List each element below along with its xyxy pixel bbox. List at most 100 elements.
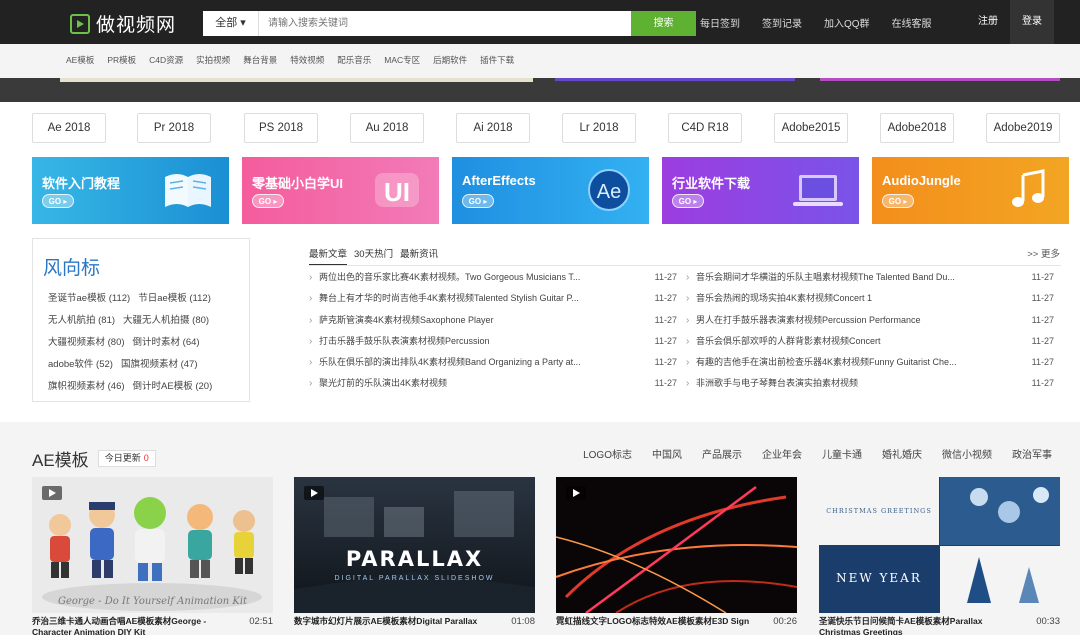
- news-item[interactable]: 打击乐器手鼓乐队表演素材视频Percussion 11-27: [309, 335, 677, 356]
- news-item[interactable]: 萨克斯管演奏4K素材视频Saxophone Player 11-27: [309, 314, 677, 335]
- promo-software-download[interactable]: 行业软件下载 GO ▸: [662, 157, 859, 224]
- login-button[interactable]: 登录: [1010, 0, 1054, 44]
- subnav-vfx[interactable]: 特效视频: [290, 54, 324, 66]
- trending-tag[interactable]: adobe软件 (52): [48, 357, 113, 379]
- ae-category-link[interactable]: 中国风: [652, 446, 682, 461]
- video-play-icon[interactable]: [304, 486, 324, 500]
- subnav-pr-templates[interactable]: PR模板: [107, 54, 136, 66]
- subnav-plugins[interactable]: 插件下载: [480, 54, 514, 66]
- trending-tag[interactable]: 倒计时素材 (64): [133, 335, 200, 357]
- news-item[interactable]: 非洲歌手与电子琴舞台表演实拍素材视频 11-27: [686, 377, 1054, 398]
- software-tab[interactable]: Ae 2018: [32, 113, 106, 143]
- tab-latest-news[interactable]: 最新资讯: [400, 246, 438, 266]
- news-item[interactable]: 聚光灯前的乐队演出4K素材视频 11-27: [309, 377, 677, 398]
- template-title[interactable]: 圣诞快乐节日问候简卡AE模板素材Parallax Christmas Greet…: [819, 616, 1019, 635]
- news-title[interactable]: 音乐会期间才华横溢的乐队主唱素材视频The Talented Band Du..…: [696, 271, 986, 284]
- subnav-stage-bg[interactable]: 舞台背景: [243, 54, 277, 66]
- software-tab[interactable]: Adobe2018: [880, 113, 954, 143]
- tab-latest-articles[interactable]: 最新文章: [309, 246, 348, 266]
- news-item[interactable]: 音乐会俱乐部欢呼的人群背影素材视频Concert 11-27: [686, 335, 1054, 356]
- trending-tag[interactable]: 节日ae模板 (112): [138, 291, 211, 313]
- promo-go-button[interactable]: GO ▸: [672, 194, 704, 208]
- video-play-icon[interactable]: [566, 486, 586, 500]
- news-title[interactable]: 乐队在俱乐部的演出排队4K素材视频Band Organizing a Party…: [319, 356, 609, 369]
- promo-ui-course[interactable]: 零基础小白学UI GO ▸ UI: [242, 157, 439, 224]
- news-title[interactable]: 舞台上有才华的时尚吉他手4K素材视频Talented Stylish Guita…: [319, 292, 609, 305]
- news-title[interactable]: 萨克斯管演奏4K素材视频Saxophone Player: [319, 314, 609, 327]
- template-thumbnail[interactable]: PARALLAX DIGITAL PARALLAX SLIDESHOW: [294, 477, 535, 613]
- signin-record-link[interactable]: 签到记录: [762, 15, 802, 30]
- news-item[interactable]: 音乐会热闹的现场实拍4K素材视频Concert 1 11-27: [686, 292, 1054, 313]
- template-card[interactable]: 霓虹描线文字LOGO标志特效AE模板素材E3D Sign 00:26: [556, 477, 797, 635]
- template-card[interactable]: PARALLAX DIGITAL PARALLAX SLIDESHOW 数字城市…: [294, 477, 535, 635]
- news-item[interactable]: 男人在打手鼓乐器表演素材视频Percussion Performance 11-2…: [686, 314, 1054, 335]
- trending-tag[interactable]: 无人机航拍 (81): [48, 313, 115, 335]
- ae-category-link[interactable]: LOGO标志: [583, 446, 632, 461]
- news-title[interactable]: 聚光灯前的乐队演出4K素材视频: [319, 377, 609, 390]
- software-tab[interactable]: Ai 2018: [456, 113, 530, 143]
- promo-go-button[interactable]: GO ▸: [462, 194, 494, 208]
- promo-aftereffects[interactable]: AfterEffects GO ▸ Ae: [452, 157, 649, 224]
- subnav-footage[interactable]: 实拍视频: [196, 54, 230, 66]
- online-service-link[interactable]: 在线客服: [892, 15, 932, 30]
- site-logo[interactable]: 做视频网: [70, 10, 176, 37]
- template-title[interactable]: 数字城市幻灯片展示AE模板素材Digital Parallax: [294, 616, 494, 627]
- search-category-select[interactable]: 全部 ▾: [203, 11, 259, 36]
- template-card[interactable]: CHRISTMAS GREETINGS NEW YEAR 圣诞快乐节日问候简卡A…: [819, 477, 1060, 635]
- promo-go-button[interactable]: GO ▸: [252, 194, 284, 208]
- trending-tag[interactable]: 旗帜视频素材 (46): [48, 379, 125, 401]
- news-title[interactable]: 男人在打手鼓乐器表演素材视频Percussion Performance: [696, 314, 986, 327]
- tab-30-day-hot[interactable]: 30天热门: [354, 246, 393, 266]
- subnav-software[interactable]: 后期软件: [433, 54, 467, 66]
- ae-category-link[interactable]: 政治军事: [1012, 446, 1052, 461]
- promo-go-button[interactable]: GO ▸: [42, 194, 74, 208]
- news-item[interactable]: 舞台上有才华的时尚吉他手4K素材视频Talented Stylish Guita…: [309, 292, 677, 313]
- news-item[interactable]: 音乐会期间才华横溢的乐队主唱素材视频The Talented Band Du..…: [686, 271, 1054, 292]
- ae-category-link[interactable]: 企业年会: [762, 446, 802, 461]
- trending-tag[interactable]: 倒计时AE模板 (20): [133, 379, 213, 401]
- ae-category-link[interactable]: 微信小视频: [942, 446, 992, 461]
- software-tab[interactable]: C4D R18: [668, 113, 742, 143]
- news-title[interactable]: 音乐会俱乐部欢呼的人群背影素材视频Concert: [696, 335, 986, 348]
- news-title[interactable]: 打击乐器手鼓乐队表演素材视频Percussion: [319, 335, 609, 348]
- news-title[interactable]: 非洲歌手与电子琴舞台表演实拍素材视频: [696, 377, 986, 390]
- template-thumbnail[interactable]: George - Do It Yourself Animation Kit: [32, 477, 273, 613]
- news-item[interactable]: 两位出色的音乐家比赛4K素材视频。Two Gorgeous Musicians …: [309, 271, 677, 292]
- ae-category-link[interactable]: 产品展示: [702, 446, 742, 461]
- promo-software-tutorials[interactable]: 软件入门教程 GO ▸: [32, 157, 229, 224]
- template-card[interactable]: George - Do It Yourself Animation Kit 乔治…: [32, 477, 273, 635]
- news-item[interactable]: 乐队在俱乐部的演出排队4K素材视频Band Organizing a Party…: [309, 356, 677, 377]
- promo-audiojungle[interactable]: AudioJungle GO ▸: [872, 157, 1069, 224]
- search-input[interactable]: [259, 11, 631, 36]
- subnav-mac[interactable]: MAC专区: [384, 54, 420, 66]
- ae-category-link[interactable]: 婚礼婚庆: [882, 446, 922, 461]
- trending-tag[interactable]: 圣诞节ae模板 (112): [48, 291, 130, 313]
- ae-section-title[interactable]: AE模板: [32, 446, 89, 471]
- subnav-ae-templates[interactable]: AE模板: [66, 54, 94, 66]
- template-title[interactable]: 乔治三维卡通人动画合唱AE模板素材George - Character Anim…: [32, 616, 232, 635]
- news-title[interactable]: 音乐会热闹的现场实拍4K素材视频Concert 1: [696, 292, 986, 305]
- template-thumbnail[interactable]: [556, 477, 797, 613]
- software-tab[interactable]: Lr 2018: [562, 113, 636, 143]
- news-item[interactable]: 有趣的吉他手在演出前检查乐器4K素材视频Funny Guitarist Che.…: [686, 356, 1054, 377]
- promo-go-button[interactable]: GO ▸: [882, 194, 914, 208]
- search-button[interactable]: 搜索: [631, 11, 696, 36]
- banner-slide-image[interactable]: [60, 78, 533, 82]
- ae-category-link[interactable]: 儿童卡通: [822, 446, 862, 461]
- trending-tag[interactable]: 国旗视频素材 (47): [121, 357, 198, 379]
- software-tab[interactable]: Pr 2018: [137, 113, 211, 143]
- daily-signin-link[interactable]: 每日签到: [700, 15, 740, 30]
- news-title[interactable]: 有趣的吉他手在演出前检查乐器4K素材视频Funny Guitarist Che.…: [696, 356, 986, 369]
- trending-tag[interactable]: 大疆无人机拍摄 (80): [123, 313, 209, 335]
- video-play-icon[interactable]: [42, 486, 62, 500]
- software-tab[interactable]: PS 2018: [244, 113, 318, 143]
- banner-slide-image[interactable]: [820, 78, 1060, 81]
- join-qq-group-link[interactable]: 加入QQ群: [824, 15, 870, 30]
- trending-tag[interactable]: 大疆视频素材 (80): [48, 335, 125, 357]
- news-more-link[interactable]: >> 更多: [1027, 246, 1060, 260]
- banner-slide-image[interactable]: [555, 78, 795, 81]
- software-tab[interactable]: Adobe2019: [986, 113, 1060, 143]
- news-title[interactable]: 两位出色的音乐家比赛4K素材视频。Two Gorgeous Musicians …: [319, 271, 609, 284]
- software-tab[interactable]: Au 2018: [350, 113, 424, 143]
- subnav-music[interactable]: 配乐音乐: [337, 54, 371, 66]
